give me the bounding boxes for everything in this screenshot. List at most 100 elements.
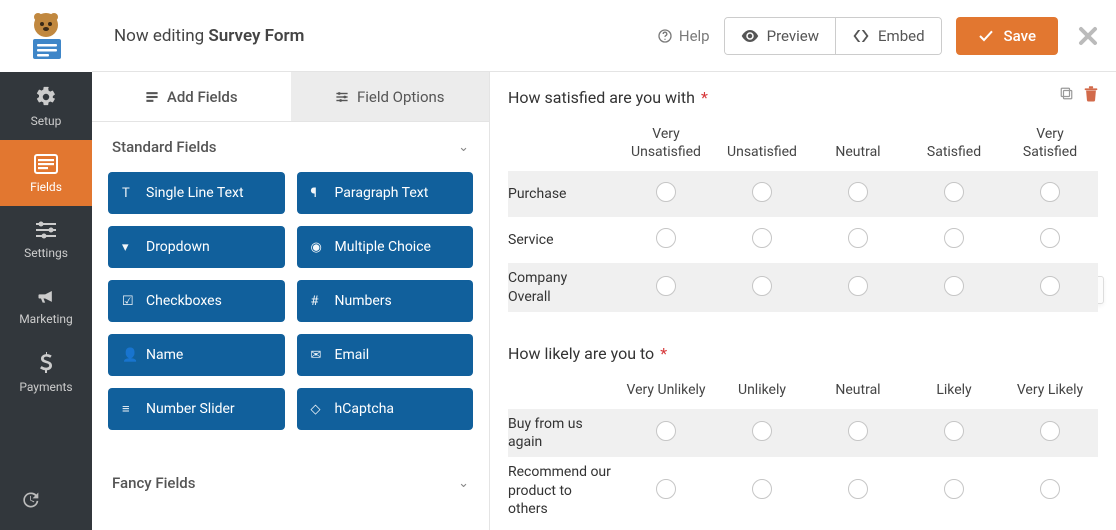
- duplicate-icon[interactable]: [1059, 86, 1074, 102]
- tab-field-options[interactable]: Field Options: [291, 72, 490, 122]
- likert-scale-header: Very UnlikelyUnlikelyNeutralLikelyVery L…: [508, 375, 1098, 409]
- likert-radio[interactable]: [848, 276, 868, 296]
- gear-icon: [6, 86, 86, 108]
- likert-radio[interactable]: [1040, 421, 1060, 441]
- editing-prefix: Now editing: [114, 26, 208, 46]
- field-label: Multiple Choice: [335, 239, 431, 255]
- field-paragraph-text[interactable]: ¶ Paragraph Text: [297, 172, 474, 214]
- paragraph-text-icon: ¶: [311, 186, 325, 201]
- wpforms-logo-icon: [18, 11, 74, 61]
- fields-panel: Add Fields Field Options Standard Fields…: [92, 72, 490, 530]
- likert-radio[interactable]: [944, 479, 964, 499]
- nav-setup[interactable]: Setup: [0, 72, 92, 140]
- numbers-icon: #: [311, 294, 325, 309]
- required-asterisk: *: [701, 88, 708, 107]
- field-email[interactable]: ✉Email: [297, 334, 474, 376]
- likert-radio[interactable]: [848, 228, 868, 248]
- section-standard-fields[interactable]: Standard Fields ⌄: [92, 122, 489, 172]
- likert-scale-header: Very UnsatisfiedUnsatisfiedNeutralSatisf…: [508, 119, 1098, 171]
- chevron-down-icon: ⌄: [458, 476, 469, 491]
- close-button[interactable]: [1078, 26, 1098, 46]
- field-checkboxes[interactable]: ☑Checkboxes: [108, 280, 285, 322]
- nav-payments[interactable]: Payments: [0, 338, 92, 406]
- field-label: Numbers: [335, 293, 392, 309]
- likert-radio[interactable]: [1040, 276, 1060, 296]
- likert-radio[interactable]: [848, 182, 868, 202]
- likert-radio[interactable]: [848, 479, 868, 499]
- embed-button[interactable]: Embed: [835, 18, 941, 54]
- scale-label: Satisfied: [906, 143, 1002, 161]
- page-title: Now editing Survey Form: [114, 26, 304, 46]
- standard-fields-grid: T Single Line Text ¶ Paragraph Text ▾Dropdow…: [92, 172, 489, 438]
- likert-radio[interactable]: [944, 276, 964, 296]
- nav-settings[interactable]: Settings: [0, 206, 92, 272]
- fields-icon: [6, 154, 86, 174]
- field-multiple-choice[interactable]: ◉Multiple Choice: [297, 226, 474, 268]
- left-nav: Setup Fields Settings Marketing Payments: [0, 0, 92, 530]
- likert-radio[interactable]: [752, 276, 772, 296]
- form-preview: Click to Edit | Drag to Reorder How sati…: [490, 72, 1116, 530]
- likert-radio[interactable]: [752, 182, 772, 202]
- field-label: Single Line Text: [146, 185, 244, 201]
- likert-radio[interactable]: [752, 228, 772, 248]
- likert-radio[interactable]: [944, 228, 964, 248]
- scale-label: Unsatisfied: [714, 143, 810, 161]
- likert-row-label: Purchase: [508, 181, 618, 207]
- sliders-icon: [6, 220, 86, 240]
- eye-icon: [741, 29, 759, 43]
- nav-label: Settings: [24, 246, 68, 260]
- field-single-line-text[interactable]: T Single Line Text: [108, 172, 285, 214]
- tab-add-fields[interactable]: Add Fields: [92, 72, 291, 122]
- scale-label: Very Satisfied: [1002, 125, 1098, 161]
- likert-radio[interactable]: [848, 421, 868, 441]
- question-block[interactable]: How likely are you to *Very UnlikelyUnli…: [508, 340, 1098, 524]
- likert-radio[interactable]: [656, 182, 676, 202]
- preview-embed-group: Preview Embed: [724, 17, 942, 55]
- scale-label: Neutral: [810, 381, 906, 399]
- question-block[interactable]: How satisfied are you with *Very Unsatis…: [508, 84, 1098, 312]
- likert-radio[interactable]: [1040, 182, 1060, 202]
- field-hcaptcha[interactable]: ◇hCaptcha: [297, 388, 474, 430]
- app-root: Setup Fields Settings Marketing Payments: [0, 0, 1116, 530]
- field-numbers[interactable]: # Numbers: [297, 280, 474, 322]
- field-name[interactable]: 👤Name: [108, 334, 285, 376]
- section-fancy-fields[interactable]: Fancy Fields ⌄: [92, 458, 489, 508]
- likert-radio[interactable]: [752, 421, 772, 441]
- preview-button[interactable]: Preview: [725, 18, 835, 54]
- likert-radio[interactable]: [752, 479, 772, 499]
- likert-radio[interactable]: [656, 276, 676, 296]
- bullhorn-icon: [6, 286, 86, 306]
- field-label: hCaptcha: [335, 401, 395, 417]
- field-label: Paragraph Text: [335, 185, 429, 201]
- help-link[interactable]: Help: [657, 27, 710, 45]
- dropdown-icon: ▾: [122, 240, 136, 255]
- close-icon: [1078, 26, 1098, 46]
- likert-radio[interactable]: [656, 479, 676, 499]
- history-icon: [20, 490, 40, 510]
- nav-history[interactable]: [0, 470, 92, 530]
- field-label: Number Slider: [146, 401, 235, 417]
- likert-table: Very UnsatisfiedUnsatisfiedNeutralSatisf…: [508, 119, 1098, 312]
- delete-icon[interactable]: [1084, 86, 1098, 102]
- field-dropdown[interactable]: ▾Dropdown: [108, 226, 285, 268]
- save-button[interactable]: Save: [956, 17, 1058, 55]
- likert-radio[interactable]: [944, 182, 964, 202]
- field-number-slider[interactable]: ≡ Number Slider: [108, 388, 285, 430]
- likert-row-label: Service: [508, 227, 618, 253]
- scale-label: Neutral: [810, 143, 906, 161]
- likert-radio[interactable]: [1040, 228, 1060, 248]
- likert-radio[interactable]: [1040, 479, 1060, 499]
- nav-marketing[interactable]: Marketing: [0, 272, 92, 338]
- number-slider-icon: ≡: [122, 401, 136, 417]
- likert-radio[interactable]: [944, 421, 964, 441]
- code-icon: [852, 29, 870, 43]
- field-label: Name: [146, 347, 183, 363]
- likert-row: Service: [508, 217, 1098, 263]
- field-label: Email: [335, 347, 370, 363]
- single-line-text-icon: T: [122, 186, 136, 201]
- add-fields-icon: [145, 90, 159, 104]
- nav-fields[interactable]: Fields: [0, 140, 92, 206]
- nav-label: Fields: [30, 180, 62, 194]
- likert-radio[interactable]: [656, 228, 676, 248]
- likert-radio[interactable]: [656, 421, 676, 441]
